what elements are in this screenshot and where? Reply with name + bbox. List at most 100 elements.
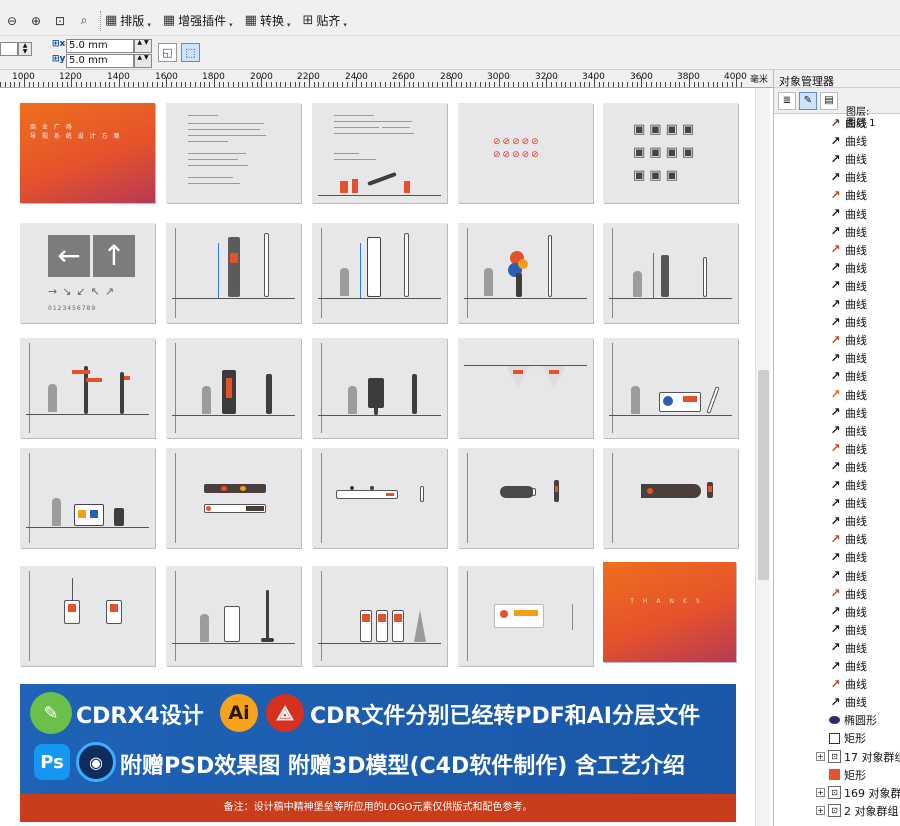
page-sign-spec-5[interactable]: [20, 338, 155, 438]
object-row-curve[interactable]: ↗ 曲线: [829, 512, 867, 530]
duplicate-y-stepper[interactable]: ▲ ▼: [134, 54, 152, 68]
object-row-curve[interactable]: ↗ 曲线: [829, 186, 867, 204]
page-text-2[interactable]: [312, 103, 447, 203]
page-sign-spec-4[interactable]: [603, 223, 738, 323]
page-wall-panel[interactable]: [458, 566, 593, 666]
object-row-curve[interactable]: ↗ 曲线: [829, 530, 867, 548]
object-row-curve[interactable]: ↗ 曲线: [829, 259, 867, 277]
page-sign-spec-8[interactable]: [603, 338, 738, 438]
object-row-group[interactable]: + ⊡ 2 对象群组: [816, 802, 899, 820]
page-arrows[interactable]: ← ↑ →↘↙↖↗ 0123456789: [20, 223, 155, 323]
draw-bounding-icon[interactable]: ⬚: [181, 43, 200, 62]
page-standing-signs[interactable]: [312, 566, 447, 666]
page-door-sign[interactable]: [312, 448, 447, 548]
nudge-field[interactable]: [0, 42, 18, 56]
enhance-plugin-button[interactable]: ▦ 增强插件 ▾: [163, 12, 233, 29]
horizontal-ruler[interactable]: 1000 1200 1400 1600 1800 2000 2200 2400 …: [0, 70, 775, 88]
page-service-icons[interactable]: ▣▣▣▣ ▣▣▣▣ ▣▣▣: [603, 103, 738, 203]
object-row-curve[interactable]: ↗ 曲线: [829, 621, 867, 639]
object-row-curve[interactable]: ↗ 曲线: [829, 223, 867, 241]
duplicate-y-input[interactable]: 5.0 mm: [66, 54, 134, 68]
object-list[interactable]: ↗ 曲线 ↗ 曲线 ↗ 曲线 ↗ 曲线 ↗ 曲线 ↗ 曲线 ↗ 曲线 ↗ 曲线 ↗ 曲线 ↗ 曲线 ↗ 曲线 ↗ 曲线 ↗ 曲线 ↗…: [774, 114, 900, 826]
object-row-label: 曲线: [845, 153, 867, 167]
object-row-curve[interactable]: ↗ 曲线: [829, 277, 867, 295]
object-row-curve[interactable]: ↗ 曲线: [829, 422, 867, 440]
object-row-curve[interactable]: ↗ 曲线: [829, 404, 867, 422]
object-row-ellipse[interactable]: 椭圆形: [829, 711, 877, 729]
page-cover[interactable]: 商 业 广 场导 视 系 统 设 计 方 案: [20, 103, 155, 203]
page-thanks[interactable]: THANKS: [603, 562, 736, 662]
vertical-scrollbar[interactable]: [755, 88, 770, 826]
zoom-page-icon[interactable]: ⊡: [50, 11, 70, 31]
page-text-1[interactable]: [166, 103, 301, 203]
object-row-curve[interactable]: ↗ 曲线: [829, 386, 867, 404]
object-row-curve[interactable]: ↗ 曲线: [829, 458, 867, 476]
object-row-curve[interactable]: ↗ 曲线: [829, 132, 867, 150]
snap-button[interactable]: ⊞ 贴齐 ▾: [302, 12, 346, 29]
object-row-curve[interactable]: ↗ 曲线: [829, 168, 867, 186]
object-row-curve[interactable]: ↗ 曲线: [829, 114, 867, 132]
page-wall-sign[interactable]: [166, 448, 301, 548]
edit-across-layers-icon[interactable]: ✎: [799, 92, 817, 110]
expand-icon[interactable]: +: [816, 806, 825, 816]
treat-as-filled-icon[interactable]: ◱: [158, 43, 177, 62]
curve-icon: ↗: [830, 459, 841, 474]
expand-icon[interactable]: +: [816, 788, 825, 798]
object-row-curve[interactable]: ↗ 曲线: [829, 241, 867, 259]
drawing-canvas[interactable]: 商 业 广 场导 视 系 统 设 计 方 案 ⊘⊘⊘⊘⊘ ⊘⊘⊘⊘⊘ ▣▣▣▣ ▣▣…: [0, 88, 755, 826]
object-row-group[interactable]: + ⊡ 17 对象群组: [816, 748, 900, 766]
page-shop-sign[interactable]: [603, 448, 738, 548]
page-hanging-sign[interactable]: [458, 338, 593, 438]
scrollbar-thumb[interactable]: [758, 370, 769, 580]
ruler-tick: [532, 82, 533, 87]
object-row-rect[interactable]: 矩形: [829, 729, 866, 747]
object-row-label: 曲线: [845, 171, 867, 185]
object-row-curve[interactable]: ↗ 曲线: [829, 295, 867, 313]
expand-icon[interactable]: +: [816, 752, 825, 761]
object-row-curve[interactable]: ↗ 曲线: [829, 548, 867, 566]
object-row-curve[interactable]: ↗ 曲线: [829, 476, 867, 494]
page-sign-spec-3[interactable]: [458, 223, 593, 323]
page-totem-spec[interactable]: [166, 566, 301, 666]
page-projecting-sign[interactable]: [458, 448, 593, 548]
page-sign-spec-9[interactable]: [20, 448, 155, 548]
page-sign-spec-7[interactable]: [312, 338, 447, 438]
layout-button[interactable]: ▦ 排版 ▾: [105, 12, 151, 29]
page-sign-spec-2[interactable]: [312, 223, 447, 323]
object-row-rect[interactable]: 矩形: [829, 766, 866, 784]
object-manager-panel: 对象管理器 ≣ ✎ ▤ 图层: 图层 1 ↗ 曲线 ↗ 曲线 ↗ 曲线 ↗ 曲线 ↗ 曲线 ↗ 曲线 ↗ 曲…: [773, 70, 900, 826]
duplicate-x-stepper[interactable]: ▲ ▼: [134, 39, 152, 53]
duplicate-x-input[interactable]: 5.0 mm: [66, 39, 134, 53]
object-row-curve[interactable]: ↗ 曲线: [829, 205, 867, 223]
zoom-out-icon[interactable]: ⊖: [2, 11, 22, 31]
ruler-tick: [109, 82, 111, 87]
object-row-curve[interactable]: ↗ 曲线: [829, 313, 867, 331]
object-row-curve[interactable]: ↗ 曲线: [829, 150, 867, 168]
object-manager-toolbar: ≣ ✎ ▤ 图层: 图层 1: [774, 88, 900, 129]
object-row-curve[interactable]: ↗ 曲线: [829, 603, 867, 621]
page-sign-spec-1[interactable]: [166, 223, 301, 323]
layer-manager-icon[interactable]: ▤: [820, 92, 838, 110]
ruler-tick: [446, 82, 448, 87]
object-row-curve[interactable]: ↗ 曲线: [829, 367, 867, 385]
page-prohibition-icons[interactable]: ⊘⊘⊘⊘⊘ ⊘⊘⊘⊘⊘: [458, 103, 593, 203]
object-row-curve[interactable]: ↗ 曲线: [829, 585, 867, 603]
zoom-width-icon[interactable]: ⌕: [74, 11, 94, 31]
object-row-curve[interactable]: ↗ 曲线: [829, 693, 867, 711]
object-row-curve[interactable]: ↗ 曲线: [829, 657, 867, 675]
object-row-curve[interactable]: ↗ 曲线: [829, 675, 867, 693]
object-row-curve[interactable]: ↗ 曲线: [829, 349, 867, 367]
page-ceiling-sign[interactable]: [20, 566, 155, 666]
show-properties-icon[interactable]: ≣: [778, 92, 796, 110]
object-row-curve[interactable]: ↗ 曲线: [829, 494, 867, 512]
object-row-curve[interactable]: ↗ 曲线: [829, 567, 867, 585]
convert-button[interactable]: ▦ 转换 ▾: [245, 12, 291, 29]
zoom-in-icon[interactable]: ⊕: [26, 11, 46, 31]
nudge-stepper[interactable]: ▲ ▼: [18, 42, 32, 56]
page-sign-spec-6[interactable]: [166, 338, 301, 438]
object-row-group[interactable]: +⊡169 对象群组: [816, 784, 900, 802]
object-row-curve[interactable]: ↗ 曲线: [829, 639, 867, 657]
banner-line-1a: CDRX4设计: [76, 704, 204, 729]
object-row-curve[interactable]: ↗ 曲线: [829, 331, 867, 349]
object-row-curve[interactable]: ↗ 曲线: [829, 440, 867, 458]
